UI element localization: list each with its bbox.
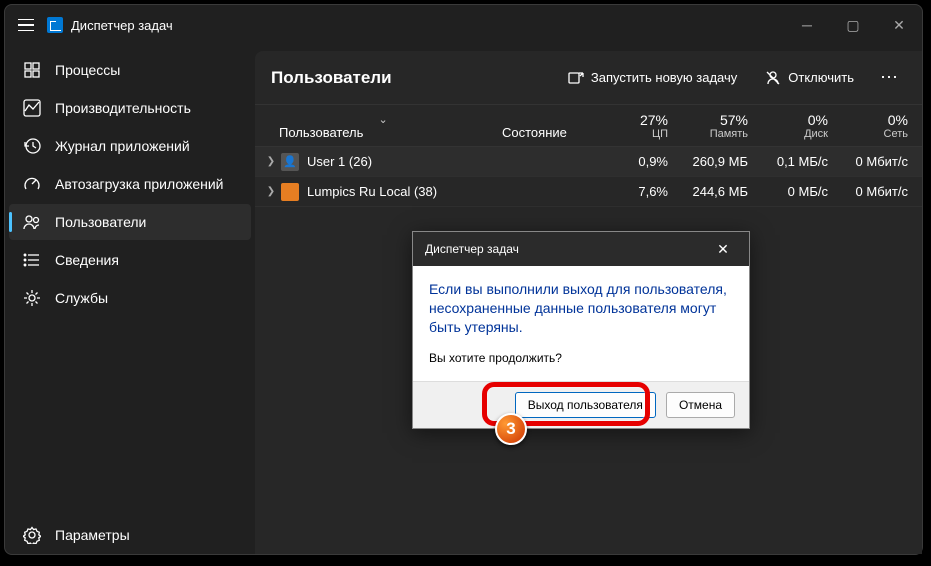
- cancel-button[interactable]: Отмена: [666, 392, 735, 418]
- col-network[interactable]: 0%Сеть: [842, 112, 922, 140]
- table-header: ⌄ Пользователь Состояние 27%ЦП 57%Память…: [255, 105, 922, 147]
- user-name: User 1 (26): [307, 154, 372, 169]
- col-user[interactable]: ⌄ Пользователь: [255, 125, 502, 140]
- dialog-title: Диспетчер задач: [425, 242, 519, 256]
- more-button[interactable]: ⋯: [872, 67, 906, 88]
- cell-memory: 260,9 МБ: [682, 154, 762, 169]
- sidebar-item-label: Пользователи: [55, 214, 146, 230]
- sidebar-item-startup[interactable]: Автозагрузка приложений: [9, 166, 251, 202]
- sidebar-item-label: Процессы: [55, 62, 120, 78]
- settings-icon: [23, 526, 41, 544]
- main-header: Пользователи Запустить новую задачу Откл…: [255, 51, 922, 105]
- dialog-close-button[interactable]: ✕: [709, 235, 737, 263]
- dialog-titlebar: Диспетчер задач ✕: [413, 232, 749, 266]
- dialog-sub-text: Вы хотите продолжить?: [429, 351, 733, 365]
- close-button[interactable]: ✕: [876, 5, 922, 45]
- sidebar-item-label: Журнал приложений: [55, 138, 190, 154]
- new-task-button[interactable]: Запустить новую задачу: [558, 64, 747, 92]
- cell-disk: 0,1 МБ/с: [762, 154, 842, 169]
- col-disk[interactable]: 0%Диск: [762, 112, 842, 140]
- maximize-button[interactable]: ▢: [830, 5, 876, 45]
- task-manager-window: Диспетчер задач ─ ▢ ✕ Процессы Производи…: [4, 4, 923, 555]
- sort-chevron-icon: ⌄: [379, 113, 388, 126]
- window-controls: ─ ▢ ✕: [784, 5, 922, 45]
- run-icon: [568, 70, 584, 86]
- disconnect-label: Отключить: [788, 70, 854, 85]
- user-name: Lumpics Ru Local (38): [307, 184, 437, 199]
- cell-network: 0 Мбит/с: [842, 154, 922, 169]
- sidebar-item-details[interactable]: Сведения: [9, 242, 251, 278]
- app-icon: [47, 17, 63, 33]
- users-icon: [23, 213, 41, 231]
- gear-icon: [23, 289, 41, 307]
- disconnect-button[interactable]: Отключить: [755, 64, 864, 92]
- expand-icon[interactable]: ❯: [261, 186, 281, 197]
- page-title: Пользователи: [271, 68, 550, 88]
- sidebar-item-processes[interactable]: Процессы: [9, 52, 251, 88]
- window-title: Диспетчер задач: [71, 18, 173, 33]
- user-avatar-icon: [281, 183, 299, 201]
- col-memory[interactable]: 57%Память: [682, 112, 762, 140]
- cell-cpu: 0,9%: [602, 154, 682, 169]
- history-icon: [23, 137, 41, 155]
- signout-user-button[interactable]: Выход пользователя: [515, 392, 656, 418]
- table-row[interactable]: ❯ 👤 User 1 (26) 0,9% 260,9 МБ 0,1 МБ/с 0…: [255, 147, 922, 177]
- cell-network: 0 Мбит/с: [842, 184, 922, 199]
- cell-disk: 0 МБ/с: [762, 184, 842, 199]
- gauge-icon: [23, 175, 41, 193]
- sidebar-item-label: Параметры: [55, 527, 130, 543]
- disconnect-icon: [765, 70, 781, 86]
- sidebar-item-label: Сведения: [55, 252, 119, 268]
- annotation-step-badge: 3: [495, 413, 527, 445]
- cell-cpu: 7,6%: [602, 184, 682, 199]
- sidebar-item-services[interactable]: Службы: [9, 280, 251, 316]
- sidebar-item-users[interactable]: Пользователи: [9, 204, 251, 240]
- expand-icon[interactable]: ❯: [261, 156, 281, 167]
- sidebar-item-label: Производительность: [55, 100, 191, 116]
- col-state[interactable]: Состояние: [502, 125, 602, 140]
- grid-icon: [23, 61, 41, 79]
- dialog-footer: Выход пользователя Отмена: [413, 381, 749, 428]
- sidebar-item-label: Службы: [55, 290, 108, 306]
- cell-memory: 244,6 МБ: [682, 184, 762, 199]
- list-icon: [23, 251, 41, 269]
- sidebar-item-settings[interactable]: Параметры: [9, 517, 251, 553]
- sidebar-item-performance[interactable]: Производительность: [9, 90, 251, 126]
- user-avatar-icon: 👤: [281, 153, 299, 171]
- dialog-main-text: Если вы выполнили выход для пользователя…: [429, 280, 733, 337]
- minimize-button[interactable]: ─: [784, 5, 830, 45]
- col-cpu[interactable]: 27%ЦП: [602, 112, 682, 140]
- sidebar: Процессы Производительность Журнал прило…: [5, 45, 255, 554]
- sidebar-item-label: Автозагрузка приложений: [55, 176, 224, 192]
- table-row[interactable]: ❯ Lumpics Ru Local (38) 7,6% 244,6 МБ 0 …: [255, 177, 922, 207]
- confirmation-dialog: Диспетчер задач ✕ Если вы выполнили выхо…: [412, 231, 750, 429]
- new-task-label: Запустить новую задачу: [591, 70, 737, 85]
- titlebar: Диспетчер задач ─ ▢ ✕: [5, 5, 922, 45]
- chart-icon: [23, 99, 41, 117]
- hamburger-menu-button[interactable]: [5, 5, 47, 45]
- sidebar-item-app-history[interactable]: Журнал приложений: [9, 128, 251, 164]
